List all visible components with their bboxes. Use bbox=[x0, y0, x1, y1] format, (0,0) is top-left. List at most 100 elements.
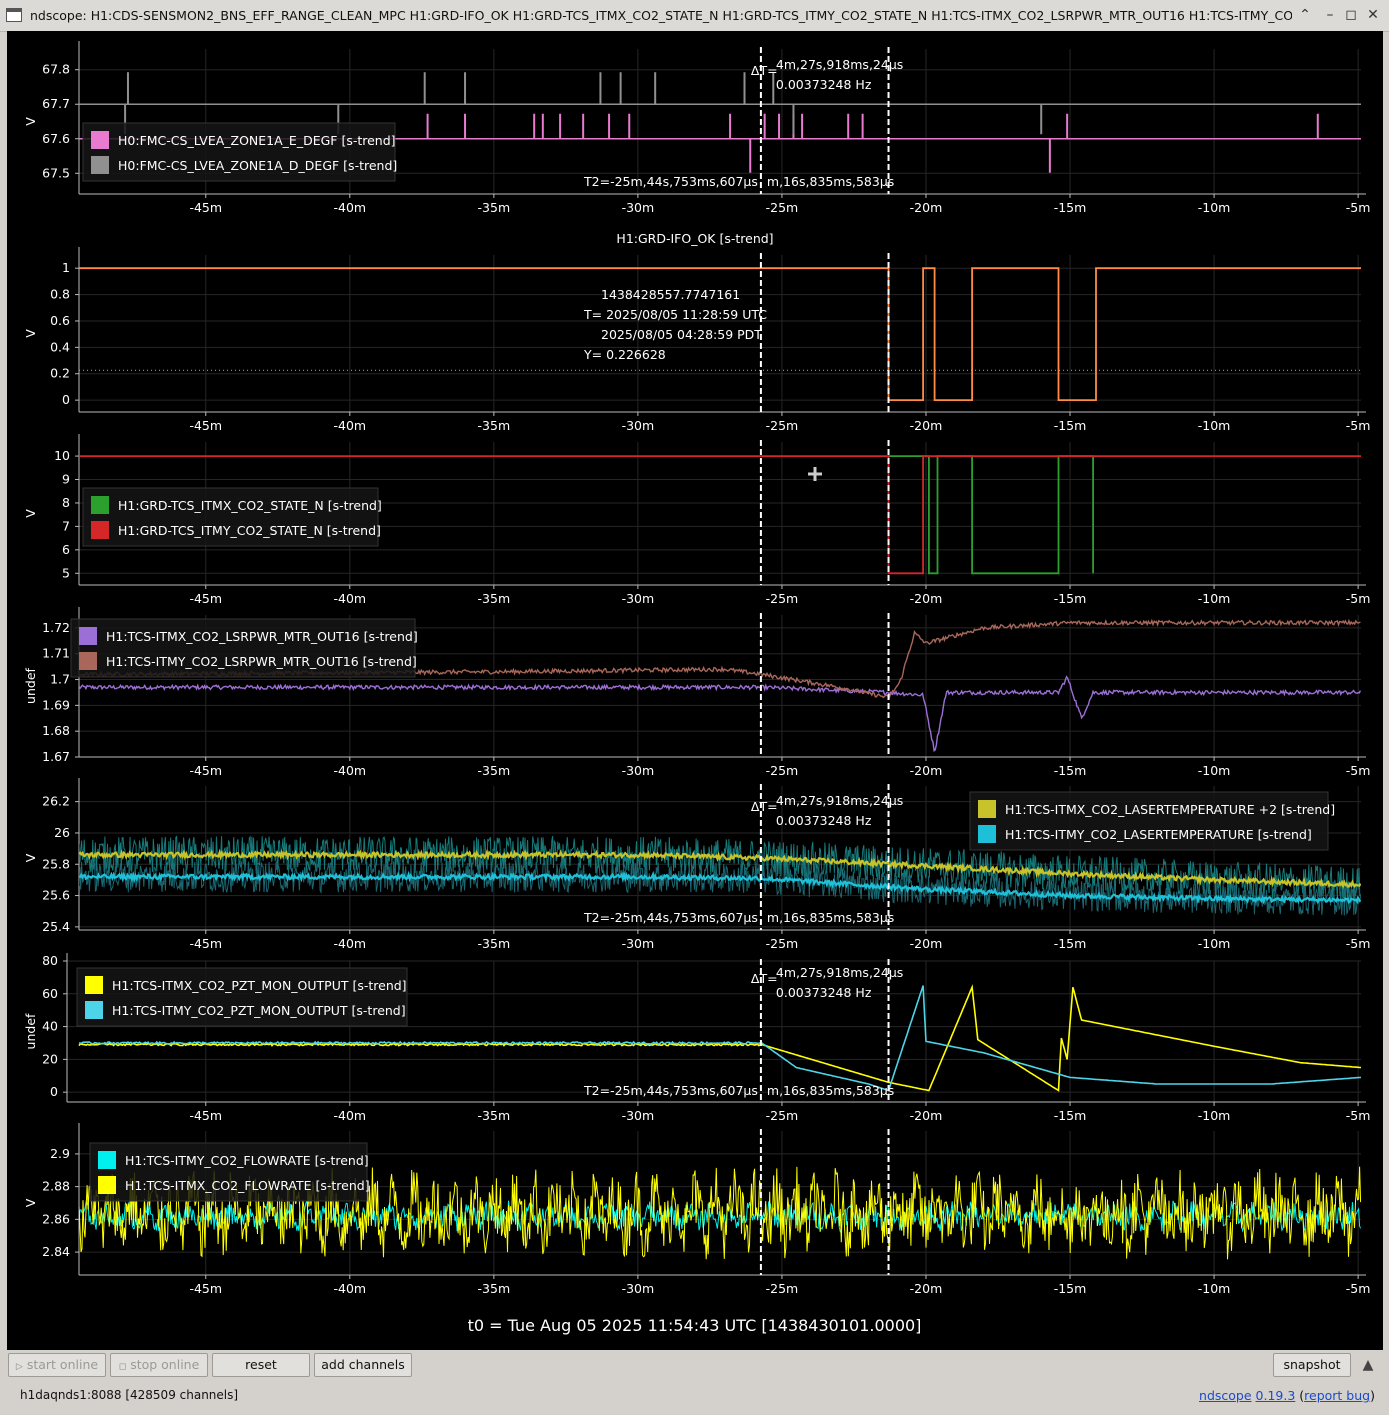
y-axis-label: undef bbox=[23, 667, 38, 703]
report-bug-link[interactable]: report bug bbox=[1304, 1388, 1370, 1403]
reset-button[interactable]: reset bbox=[212, 1353, 310, 1377]
y-tick-label: 1.71 bbox=[42, 646, 70, 661]
legend-swatch bbox=[91, 131, 109, 149]
triangle-up-icon[interactable]: ▲ bbox=[1358, 1355, 1378, 1375]
readout-utc: T= 2025/08/05 11:28:59 UTC bbox=[583, 307, 767, 322]
y-tick-label: 1.67 bbox=[42, 749, 70, 764]
y-tick-label: 2.86 bbox=[42, 1211, 70, 1226]
t0-label: t0 = Tue Aug 05 2025 11:54:43 UTC [14384… bbox=[467, 1316, 922, 1335]
legend-label: H1:TCS-ITMX_CO2_FLOWRATE [s-trend] bbox=[125, 1178, 370, 1193]
legend-label: H1:TCS-ITMX_CO2_PZT_MON_OUTPUT [s-trend] bbox=[112, 978, 407, 993]
legend-label: H1:TCS-ITMX_CO2_LSRPWR_MTR_OUT16 [s-tren… bbox=[106, 629, 418, 644]
version-link[interactable]: 0.19.3 bbox=[1256, 1388, 1296, 1403]
x-tick-label: -30m bbox=[622, 1281, 655, 1296]
legend-swatch bbox=[79, 627, 97, 645]
start-online-button[interactable]: ▷ start online bbox=[8, 1353, 106, 1377]
x-tick-label: -25m bbox=[766, 1281, 799, 1296]
y-tick-label: 10 bbox=[54, 448, 70, 463]
maximize-icon[interactable]: ◻ bbox=[1341, 5, 1361, 25]
x-tick-label: -10m bbox=[1198, 936, 1231, 951]
chevron-up-icon[interactable]: ⌃ bbox=[1295, 5, 1315, 25]
t2-readout: T2=-25m,44s,753ms,607µs bbox=[583, 174, 758, 189]
x-tick-label: -20m bbox=[910, 1281, 943, 1296]
legend-label: H1:TCS-ITMY_CO2_PZT_MON_OUTPUT [s-trend] bbox=[112, 1003, 406, 1018]
y-tick-label: 0 bbox=[50, 1084, 58, 1099]
x-tick-label: -20m bbox=[910, 936, 943, 951]
x-tick-label: -40m bbox=[334, 591, 367, 606]
plots-canvas[interactable]: 67.8 67.7 67.6 67.5 -45m -40m -35m -30m -25m -20m… bbox=[7, 31, 1383, 1350]
plot-area[interactable]: 67.8 67.7 67.6 67.5 -45m -40m -35m -30m -25m -20m… bbox=[7, 31, 1383, 1350]
delta-t-value: 4m,27s,918ms,24µs bbox=[776, 793, 903, 808]
x-tick-label: -5m bbox=[1346, 1108, 1371, 1123]
x-tick-label: -45m bbox=[189, 763, 222, 778]
stop-online-button[interactable]: ◻ stop online bbox=[110, 1353, 208, 1377]
y-tick-label: 1.68 bbox=[42, 723, 70, 738]
legend-swatch bbox=[91, 496, 109, 514]
y-tick-label: 26.2 bbox=[42, 794, 70, 809]
x-tick-label: -30m bbox=[622, 1108, 655, 1123]
y-tick-label: 0.8 bbox=[50, 287, 70, 302]
y-tick-label: 1.72 bbox=[42, 620, 70, 635]
legend-label: H1:TCS-ITMX_CO2_LASERTEMPERATURE +2 [s-t… bbox=[1005, 802, 1335, 817]
x-tick-label: -10m bbox=[1198, 418, 1231, 433]
x-tick-label: -45m bbox=[189, 200, 222, 215]
y-tick-label: 0.2 bbox=[50, 366, 70, 381]
y-axis-label: V bbox=[23, 509, 38, 518]
y-tick-label: 0 bbox=[62, 392, 70, 407]
ndscope-link[interactable]: ndscope bbox=[1199, 1388, 1252, 1403]
x-tick-label: -35m bbox=[478, 936, 511, 951]
series-1-line bbox=[888, 455, 1094, 575]
x-tick-label: -10m bbox=[1198, 763, 1231, 778]
snapshot-button[interactable]: snapshot bbox=[1273, 1353, 1351, 1377]
x-tick-label: -20m bbox=[910, 591, 943, 606]
x-tick-label: -25m bbox=[766, 936, 799, 951]
x-tick-label: -40m bbox=[334, 200, 367, 215]
y-tick-label: 5 bbox=[62, 565, 70, 580]
x-tick-label: -15m bbox=[1054, 936, 1087, 951]
legend-label: H1:TCS-ITMY_CO2_FLOWRATE [s-trend] bbox=[125, 1153, 369, 1168]
y-tick-label: 67.7 bbox=[42, 96, 70, 111]
x-tick-label: -45m bbox=[189, 591, 222, 606]
x-tick-label: -40m bbox=[334, 1108, 367, 1123]
x-tick-label: -25m bbox=[766, 591, 799, 606]
x-tick-label: -10m bbox=[1198, 1281, 1231, 1296]
x-tick-label: -15m bbox=[1054, 591, 1087, 606]
y-tick-label: 40 bbox=[42, 1019, 58, 1034]
y-tick-label: 6 bbox=[62, 542, 70, 557]
x-tick-label: -15m bbox=[1054, 418, 1087, 433]
legend-label: H1:GRD-TCS_ITMX_CO2_STATE_N [s-trend] bbox=[118, 498, 382, 513]
x-tick-label: -30m bbox=[622, 936, 655, 951]
close-icon[interactable]: ✕ bbox=[1363, 5, 1383, 25]
y-tick-label: 20 bbox=[42, 1051, 58, 1066]
t2-readout-b: m,16s,835ms,583µs bbox=[767, 910, 894, 925]
t2-readout: T2=-25m,44s,753ms,607µs bbox=[583, 910, 758, 925]
y-axis-label: undef bbox=[23, 1013, 38, 1049]
legend-swatch bbox=[91, 156, 109, 174]
app-icon bbox=[6, 8, 22, 22]
delta-t-value: 4m,27s,918ms,24µs bbox=[776, 965, 903, 980]
legend-label: H1:TCS-ITMY_CO2_LSRPWR_MTR_OUT16 [s-tren… bbox=[106, 654, 417, 669]
x-tick-label: -5m bbox=[1346, 1281, 1371, 1296]
x-tick-label: -35m bbox=[478, 763, 511, 778]
y-tick-label: 0.4 bbox=[50, 339, 70, 354]
y-tick-label: 9 bbox=[62, 472, 70, 487]
y-tick-label: 67.5 bbox=[42, 165, 70, 180]
minimize-icon[interactable]: – bbox=[1320, 5, 1340, 25]
x-tick-label: -20m bbox=[910, 1108, 943, 1123]
legend-label: H1:GRD-TCS_ITMY_CO2_STATE_N [s-trend] bbox=[118, 523, 381, 538]
legend-label: H1:TCS-ITMY_CO2_LASERTEMPERATURE [s-tren… bbox=[1005, 827, 1312, 842]
x-tick-label: -30m bbox=[622, 418, 655, 433]
y-tick-label: 2.88 bbox=[42, 1179, 70, 1194]
x-tick-label: -40m bbox=[334, 936, 367, 951]
x-tick-label: -10m bbox=[1198, 200, 1231, 215]
x-tick-label: -40m bbox=[334, 1281, 367, 1296]
x-tick-label: -5m bbox=[1346, 763, 1371, 778]
x-tick-label: -20m bbox=[910, 418, 943, 433]
y-tick-label: 67.6 bbox=[42, 131, 70, 146]
legend-swatch bbox=[79, 652, 97, 670]
readout-gps: 1438428557.7747161 bbox=[601, 287, 740, 302]
add-channels-button[interactable]: add channels bbox=[314, 1353, 412, 1377]
x-tick-label: -35m bbox=[478, 1281, 511, 1296]
x-tick-label: -10m bbox=[1198, 1108, 1231, 1123]
delta-freq-value: 0.00373248 Hz bbox=[776, 985, 872, 1000]
